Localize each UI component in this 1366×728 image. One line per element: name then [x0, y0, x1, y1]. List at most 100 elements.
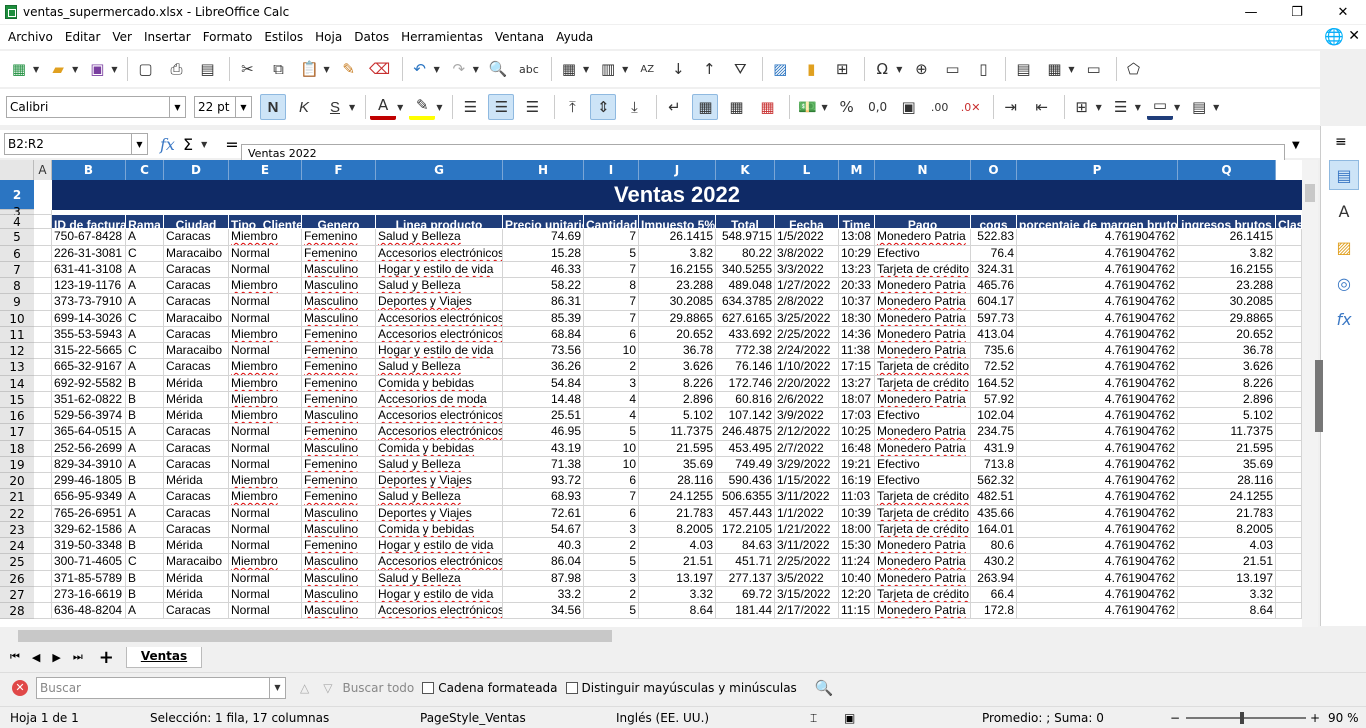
grid-cell[interactable]: 30.2085 [639, 294, 716, 311]
grid-cell[interactable] [34, 538, 52, 554]
horizontal-scrollbar[interactable] [0, 627, 1320, 645]
grid-cell[interactable]: 692-92-5582 [52, 376, 126, 392]
grid-cell[interactable]: Caracas [164, 294, 229, 311]
grid-cell[interactable]: Femenino [302, 489, 376, 506]
grid-cell[interactable]: C [126, 554, 164, 571]
grid-cell[interactable]: 107.142 [716, 408, 775, 424]
table-header-cell[interactable]: Time [839, 215, 875, 229]
grid-cell[interactable]: 15:30 [839, 538, 875, 554]
grid-cell[interactable]: 20.652 [639, 327, 716, 343]
grid-cell[interactable]: 234.75 [971, 424, 1017, 441]
table-header-cell[interactable]: Ciudad [164, 215, 229, 229]
chevron-down-icon[interactable]: ▼ [397, 103, 403, 112]
grid-cell[interactable]: 74.69 [503, 229, 584, 246]
chevron-down-icon[interactable]: ▼ [235, 97, 251, 117]
grid-cell[interactable]: Normal [229, 294, 302, 311]
grid-cell[interactable] [34, 506, 52, 522]
grid-cell[interactable]: Masculino [302, 571, 376, 587]
table-header-cell[interactable]: porcentaje de margen bruto [1017, 215, 1178, 229]
find-previous-icon[interactable]: △ [300, 681, 309, 695]
grid-cell[interactable]: 6 [584, 506, 639, 522]
grid-cell[interactable]: Femenino [302, 359, 376, 376]
row-header[interactable]: 4 [0, 215, 34, 229]
grid-cell[interactable]: Mérida [164, 392, 229, 408]
table-header-cell[interactable]: Pago [875, 215, 971, 229]
chevron-down-icon[interactable]: ▼ [1135, 103, 1141, 112]
strikethrough-button[interactable]: S [322, 94, 348, 120]
grid-cell[interactable] [34, 343, 52, 359]
grid-cell[interactable]: Normal [229, 311, 302, 327]
redo-icon[interactable]: ↷ [446, 56, 472, 82]
grid-cell[interactable]: 226-31-3081 [52, 246, 126, 262]
grid-cell[interactable]: C [126, 246, 164, 262]
grid-cell[interactable]: 4.761904762 [1017, 441, 1178, 457]
grid-cell[interactable] [34, 587, 52, 603]
select-all-corner[interactable] [0, 160, 34, 180]
grid-cell[interactable] [1276, 522, 1302, 538]
grid-cell[interactable]: Normal [229, 457, 302, 473]
grid-cell[interactable]: 35.69 [639, 457, 716, 473]
row-header[interactable]: 16 [0, 408, 34, 424]
merge-cells-icon[interactable]: ▦ [723, 94, 749, 120]
grid-cell[interactable]: 2/12/2022 [775, 424, 839, 441]
grid-cell[interactable]: 26.1415 [639, 229, 716, 246]
grid-cell[interactable] [34, 392, 52, 408]
row-header[interactable]: 10 [0, 311, 34, 327]
table-header-cell[interactable]: Genero [302, 215, 376, 229]
menu-formato[interactable]: Formato [197, 30, 259, 44]
first-sheet-icon[interactable]: ⏮ [10, 650, 20, 664]
grid-cell[interactable]: Monedero Patria [875, 392, 971, 408]
restore-button[interactable]: ❐ [1274, 0, 1320, 24]
insert-image-icon[interactable]: ▨ [767, 56, 793, 82]
grid-cell[interactable]: Deportes y Viajes [376, 506, 503, 522]
grid-cell[interactable]: 76.146 [716, 359, 775, 376]
grid-cell[interactable]: 699-14-3026 [52, 311, 126, 327]
globe-icon[interactable]: 🌐 [1324, 27, 1344, 46]
grid-cell[interactable]: C [126, 343, 164, 359]
grid-cell[interactable]: B [126, 587, 164, 603]
sheet-title-cell[interactable]: Ventas 2022 [52, 180, 1302, 210]
grid-cell[interactable]: 1/15/2022 [775, 473, 839, 489]
grid-cell[interactable]: 8 [584, 278, 639, 294]
column-header[interactable]: E [229, 160, 302, 180]
grid-cell[interactable]: B [126, 571, 164, 587]
grid-cell[interactable]: 324.31 [971, 262, 1017, 278]
grid-cell[interactable]: Comida y bebidas [376, 522, 503, 538]
grid-cell[interactable]: 17:03 [839, 408, 875, 424]
grid-cell[interactable]: 2.896 [639, 392, 716, 408]
grid-cell[interactable]: 451.71 [716, 554, 775, 571]
menu-archivo[interactable]: Archivo [2, 30, 59, 44]
grid-cell[interactable]: 365-64-0515 [52, 424, 126, 441]
grid-cell[interactable]: 457.443 [716, 506, 775, 522]
grid-cell[interactable]: 16:48 [839, 441, 875, 457]
grid-cell[interactable]: 2 [584, 538, 639, 554]
grid-cell[interactable]: 713.8 [971, 457, 1017, 473]
grid-cell[interactable]: 8.226 [639, 376, 716, 392]
minimize-button[interactable]: — [1228, 0, 1274, 24]
grid-cell[interactable]: 2/17/2022 [775, 603, 839, 619]
status-language[interactable]: Inglés (EE. UU.) [616, 711, 709, 725]
grid-cell[interactable]: Femenino [302, 343, 376, 359]
grid-cell[interactable]: 3.32 [1178, 587, 1276, 603]
grid-cell[interactable]: Monedero Patria [875, 294, 971, 311]
grid-cell[interactable]: 172.746 [716, 376, 775, 392]
column-header[interactable]: H [503, 160, 584, 180]
menu-hoja[interactable]: Hoja [309, 30, 348, 44]
grid-cell[interactable]: 2/25/2022 [775, 554, 839, 571]
grid-cell[interactable]: 5 [584, 603, 639, 619]
grid-cell[interactable]: 5 [584, 246, 639, 262]
grid-cell[interactable] [34, 408, 52, 424]
row-header[interactable]: 7 [0, 262, 34, 278]
grid-cell[interactable]: 4.761904762 [1017, 424, 1178, 441]
sort-descending-icon[interactable]: ↑ [696, 56, 722, 82]
grid-cell[interactable]: 23.288 [1178, 278, 1276, 294]
grid-cell[interactable]: Caracas [164, 424, 229, 441]
grid-cell[interactable]: 3.32 [639, 587, 716, 603]
grid-cell[interactable]: 10 [584, 343, 639, 359]
grid-cell[interactable]: 24.1255 [1178, 489, 1276, 506]
show-draw-functions-icon[interactable]: ⬠ [1121, 56, 1147, 82]
styles-icon[interactable]: A [1329, 196, 1359, 226]
grid-cell[interactable]: Normal [229, 506, 302, 522]
grid-cell[interactable]: 453.495 [716, 441, 775, 457]
grid-cell[interactable]: 430.2 [971, 554, 1017, 571]
